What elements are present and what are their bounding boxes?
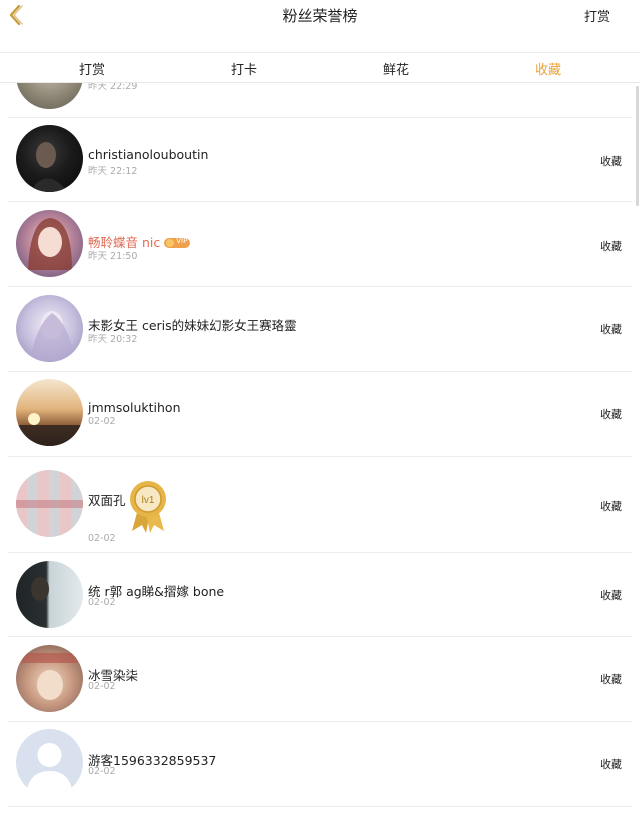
timestamp: 昨天 21:50 xyxy=(88,251,138,262)
avatar[interactable] xyxy=(16,470,83,537)
list-item[interactable]: jmmsoluktihon 02-02 收藏 xyxy=(8,372,632,457)
favorite-label: 收藏 xyxy=(600,155,622,168)
avatar[interactable] xyxy=(16,210,83,277)
avatar[interactable] xyxy=(16,561,83,628)
username[interactable]: 双面孔 xyxy=(88,490,126,509)
timestamp: 02-02 xyxy=(88,597,116,608)
tab-tip[interactable]: 打赏 xyxy=(79,59,105,78)
timestamp: 02-02 xyxy=(88,681,116,692)
favorite-label: 收藏 xyxy=(600,589,622,602)
fan-list: 昨天 22:29 christianolouboutin 昨天 22:12 收藏… xyxy=(0,0,640,816)
list-item[interactable]: 双面孔 lv1 02-02 收藏 xyxy=(8,457,632,553)
top-bar: 粉丝荣誉榜 打赏 xyxy=(0,0,640,52)
avatar[interactable] xyxy=(16,645,83,712)
timestamp: 02-02 xyxy=(88,766,116,777)
avatar[interactable] xyxy=(16,125,83,192)
list-item[interactable]: 统 r郭 ag睇&摺嫁 bone 02-02 收藏 xyxy=(8,553,632,637)
favorite-label: 收藏 xyxy=(600,500,622,513)
avatar[interactable] xyxy=(16,379,83,446)
level-medal-icon: lv1 xyxy=(130,481,166,533)
tab-checkin[interactable]: 打卡 xyxy=(231,59,257,78)
favorite-label: 收藏 xyxy=(600,408,622,421)
timestamp: 02-02 xyxy=(88,416,116,427)
list-item[interactable]: 畅聆蝶音 nic VIP 昨天 21:50 收藏 xyxy=(8,202,632,287)
page-title: 粉丝荣誉榜 xyxy=(282,7,358,25)
tab-flowers[interactable]: 鲜花 xyxy=(383,59,409,78)
crown-icon xyxy=(166,238,175,247)
tab-bar: 打赏 打卡 鲜花 收藏 xyxy=(0,52,640,83)
list-item[interactable]: 游客1596332859537 02-02 收藏 xyxy=(8,722,632,807)
list-item[interactable]: christianolouboutin 昨天 22:12 收藏 xyxy=(8,117,632,202)
favorite-label: 收藏 xyxy=(600,758,622,771)
timestamp: 02-02 xyxy=(88,533,116,544)
vip-badge-label: VIP xyxy=(176,236,188,245)
list-item[interactable]: 末影女王 ceris的妹妹幻影女王赛珞靈 昨天 20:32 收藏 xyxy=(8,287,632,372)
timestamp: 昨天 20:32 xyxy=(88,334,138,345)
username[interactable]: jmmsoluktihon xyxy=(88,400,181,415)
favorite-label: 收藏 xyxy=(600,323,622,336)
tab-favorites[interactable]: 收藏 xyxy=(535,59,561,78)
list-item[interactable]: 冰雪染柒 02-02 收藏 xyxy=(8,637,632,722)
medal-level-label: lv1 xyxy=(142,495,155,506)
avatar[interactable] xyxy=(16,729,83,796)
vip-badge: VIP xyxy=(164,236,191,248)
favorite-label: 收藏 xyxy=(600,240,622,253)
timestamp: 昨天 22:12 xyxy=(88,166,138,177)
favorite-label: 收藏 xyxy=(600,673,622,686)
avatar[interactable] xyxy=(16,295,83,362)
username[interactable]: christianolouboutin xyxy=(88,147,208,162)
tip-button[interactable]: 打赏 xyxy=(584,6,610,25)
scrollbar[interactable] xyxy=(636,86,639,206)
